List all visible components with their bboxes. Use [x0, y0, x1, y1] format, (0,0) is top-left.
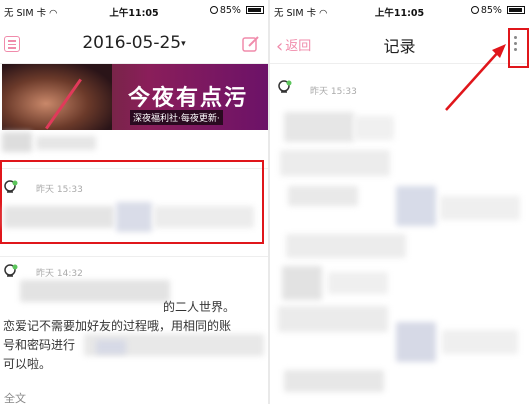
- left-screen: 无 SIM 卡 ◠ 上午11:05 85% 2016-05-25▾ 今夜有点污 …: [0, 0, 268, 404]
- banner-title: 今夜有点污: [128, 86, 249, 111]
- entry-time: 昨天 15:33: [310, 87, 357, 97]
- entry-time: 昨天 15:33: [36, 185, 83, 195]
- avatar-icon: [4, 264, 18, 277]
- nav-bar: 2016-05-25▾: [0, 20, 268, 64]
- status-bar: 无 SIM 卡 ◠ 上午11:05 85%: [270, 0, 529, 20]
- chevron-down-icon: ▾: [181, 39, 186, 49]
- rotation-lock-icon: [209, 6, 218, 14]
- avatar-icon: [278, 80, 292, 93]
- arrow-annotation-icon: [445, 44, 506, 111]
- status-bar: 无 SIM 卡 ◠ 上午11:05 85%: [0, 0, 268, 20]
- banner-subtitle: 深夜福利社·每夜更新·: [130, 110, 223, 125]
- banner-photo: [2, 64, 112, 130]
- battery-percent: 85%: [480, 5, 502, 16]
- expand-full-link[interactable]: 全文: [4, 390, 26, 404]
- avatar-icon: [4, 180, 18, 193]
- battery-icon: [507, 6, 525, 14]
- promo-banner[interactable]: 今夜有点污 深夜福利社·每夜更新·: [2, 64, 268, 130]
- entry-time: 昨天 14:32: [36, 269, 83, 279]
- date-selector[interactable]: 2016-05-25▾: [0, 33, 268, 53]
- edit-icon[interactable]: [242, 35, 260, 53]
- battery-icon: [246, 6, 264, 14]
- battery-percent: 85%: [219, 5, 241, 16]
- rotation-lock-icon: [470, 6, 479, 14]
